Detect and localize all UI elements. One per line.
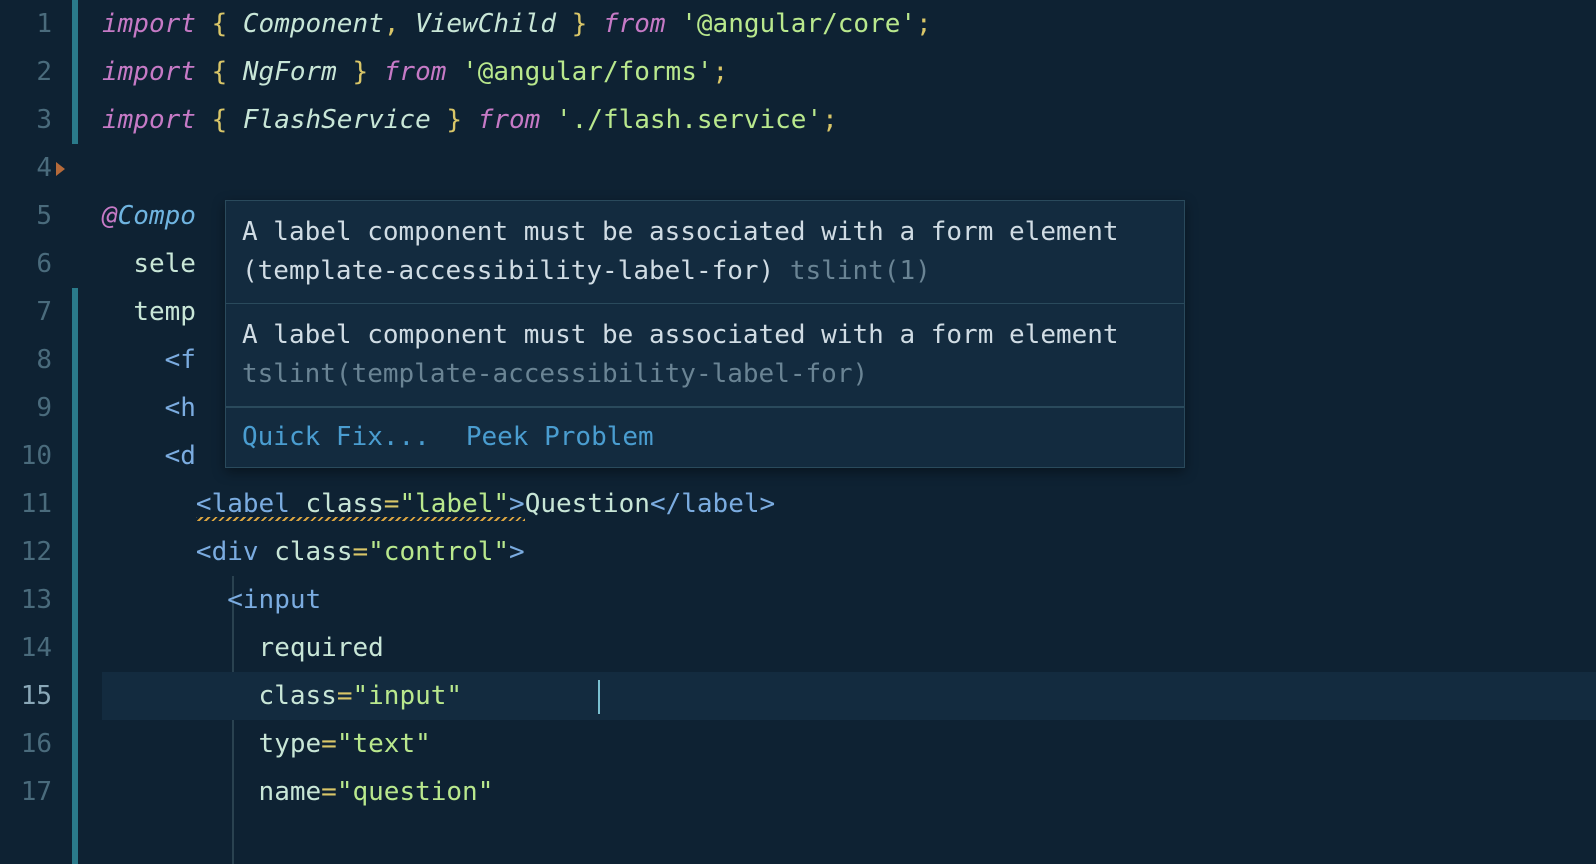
code-line-current[interactable]: class="input" [102,672,1596,720]
diagnostic-text: A label component must be associated wit… [242,217,1119,286]
line-number: 17 [0,768,52,816]
line-number: 8 [0,336,52,384]
quick-fix-button[interactable]: Quick Fix... [242,418,430,457]
line-number: 5 [0,192,52,240]
line-number: 12 [0,528,52,576]
diagnostic-source: tslint(template-accessibility-label-for) [242,359,868,389]
diagnostic-message: A label component must be associated wit… [226,304,1184,407]
diagnostic-text: A label component must be associated wit… [242,320,1119,350]
diagnostic-actions: Quick Fix... Peek Problem [226,407,1184,467]
line-number: 6 [0,240,52,288]
line-number: 7 [0,288,52,336]
code-line[interactable]: required [102,624,1596,672]
diagnostic-message: A label component must be associated wit… [226,201,1184,304]
code-line[interactable]: <input [102,576,1596,624]
line-number: 4 [0,144,52,192]
diagnostic-source: tslint(1) [790,256,931,286]
line-number: 10 [0,432,52,480]
text-cursor [598,680,600,714]
fold-arrow-icon[interactable] [56,162,65,176]
code-line[interactable]: import { FlashService } from './flash.se… [102,96,1596,144]
line-number: 14 [0,624,52,672]
diagnostic-hover-popup: A label component must be associated wit… [225,200,1185,468]
line-number: 16 [0,720,52,768]
line-number: 13 [0,576,52,624]
line-number: 11 [0,480,52,528]
line-number: 15 [0,672,52,720]
line-number-gutter: 1 2 3 4 5 6 7 8 9 10 11 12 13 14 15 16 1… [0,0,72,864]
code-line[interactable]: name="question" [102,768,1596,816]
peek-problem-button[interactable]: Peek Problem [466,418,654,457]
code-line[interactable]: import { NgForm } from '@angular/forms'; [102,48,1596,96]
line-number: 1 [0,0,52,48]
line-number: 9 [0,384,52,432]
code-line[interactable]: type="text" [102,720,1596,768]
line-number: 3 [0,96,52,144]
code-line[interactable]: import { Component, ViewChild } from '@a… [102,0,1596,48]
code-line[interactable]: <div class="control"> [102,528,1596,576]
code-line[interactable] [102,144,1596,192]
code-line[interactable]: <label class="label">Question</label> [102,480,1596,528]
line-number: 2 [0,48,52,96]
